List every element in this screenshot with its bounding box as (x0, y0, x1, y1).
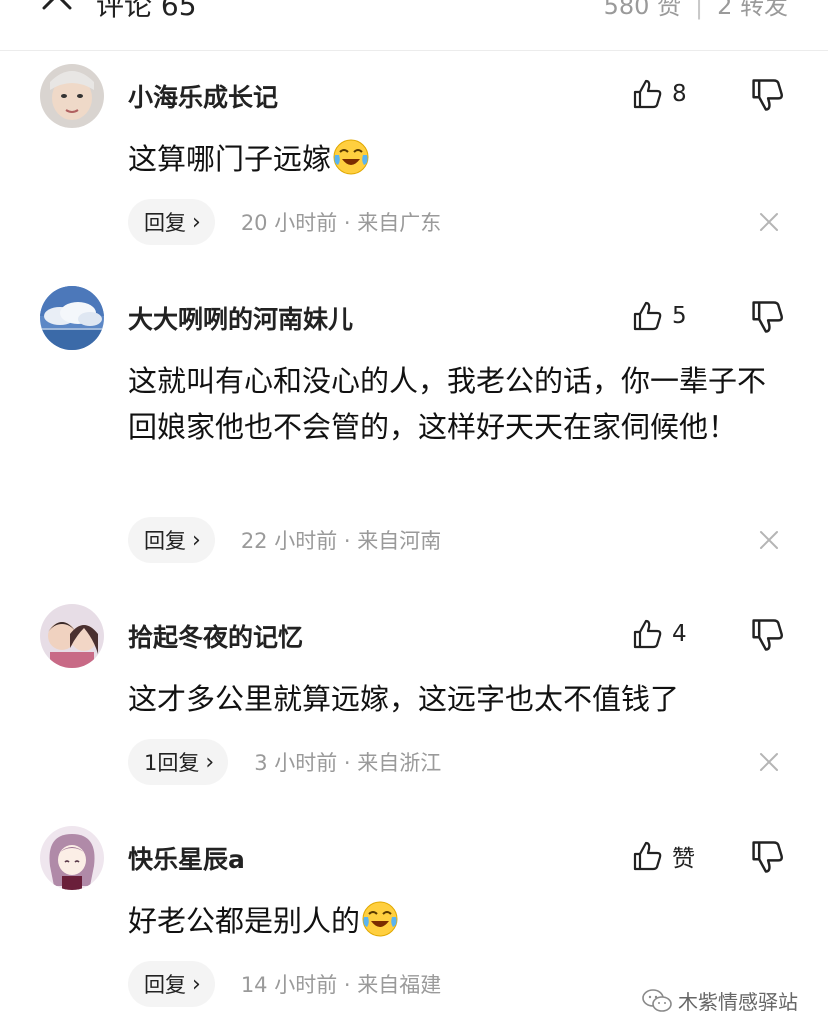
thumbs-down-icon[interactable] (748, 298, 786, 336)
comment-text: 这才多公里就算远嫁，这远字也太不值钱了 (128, 682, 680, 716)
crying-laughing-emoji (362, 901, 398, 937)
reply-button[interactable]: 回复 › (128, 199, 215, 245)
like-button[interactable]: 8 (630, 74, 687, 114)
thumbs-up-icon (633, 79, 662, 109)
comment-text: 好老公都是别人的 (128, 898, 788, 944)
watermark: 木紫情感驿站 (642, 986, 798, 1015)
comment-meta: 回复 › 22 小时前 · 来自河南 (128, 517, 441, 563)
timestamp-location: 3 小时前 · 来自浙江 (254, 751, 442, 775)
avatar[interactable] (40, 286, 104, 350)
wechat-icon (642, 988, 672, 1012)
like-count: 5 (672, 303, 687, 329)
thumbs-down-icon[interactable] (748, 76, 786, 114)
like-count: 4 (672, 621, 687, 647)
username[interactable]: 快乐星辰a (128, 840, 245, 876)
close-icon[interactable] (756, 527, 782, 553)
avatar[interactable] (40, 604, 104, 668)
comment-text: 这就叫有心和没心的人，我老公的话，你一辈子不回娘家他也不会管的，这样好天天在家伺… (128, 364, 767, 444)
crying-laughing-emoji (333, 139, 369, 175)
comment-text: 这算哪门子远嫁 (128, 136, 788, 182)
comment-meta: 1回复 › 3 小时前 · 来自浙江 (128, 739, 441, 785)
reply-button[interactable]: 回复 › (128, 517, 215, 563)
close-icon[interactable] (756, 749, 782, 775)
header-stats: 580 赞 | 2 转发 (604, 0, 788, 21)
thumbs-down-icon[interactable] (748, 838, 786, 876)
watermark-text: 木紫情感驿站 (678, 990, 798, 1014)
comment-meta: 回复 › 20 小时前 · 来自广东 (128, 199, 441, 245)
avatar[interactable] (40, 826, 104, 890)
thumbs-up-icon (633, 301, 662, 331)
timestamp-location: 14 小时前 · 来自福建 (240, 973, 442, 997)
comments-header: 评论 65 580 赞 | 2 转发 (0, 0, 828, 51)
comment-meta: 回复 › 14 小时前 · 来自福建 (128, 961, 441, 1007)
reply-button[interactable]: 回复 › (128, 961, 215, 1007)
username[interactable]: 小海乐成长记 (128, 78, 278, 114)
timestamp-location: 20 小时前 · 来自广东 (240, 211, 442, 235)
timestamp-location: 22 小时前 · 来自河南 (240, 529, 442, 553)
like-button[interactable]: 4 (630, 614, 687, 654)
stats-separator: | (695, 0, 704, 20)
username[interactable]: 拾起冬夜的记忆 (128, 618, 303, 654)
shares-count[interactable]: 2 转发 (717, 0, 788, 20)
like-count: 赞 (672, 846, 695, 872)
thumbs-up-icon (633, 619, 662, 649)
like-count: 8 (672, 81, 687, 107)
close-icon[interactable] (756, 209, 782, 235)
thumbs-up-icon (633, 841, 662, 871)
username[interactable]: 大大咧咧的河南妹儿 (128, 300, 353, 336)
comments-title: 评论 65 (96, 0, 197, 22)
like-button[interactable]: 5 (630, 296, 687, 336)
avatar[interactable] (40, 64, 104, 128)
likes-count[interactable]: 580 赞 (604, 0, 681, 20)
close-icon[interactable] (40, 0, 74, 12)
like-button[interactable]: 赞 (630, 836, 695, 876)
thumbs-down-icon[interactable] (748, 616, 786, 654)
reply-button[interactable]: 1回复 › (128, 739, 229, 785)
